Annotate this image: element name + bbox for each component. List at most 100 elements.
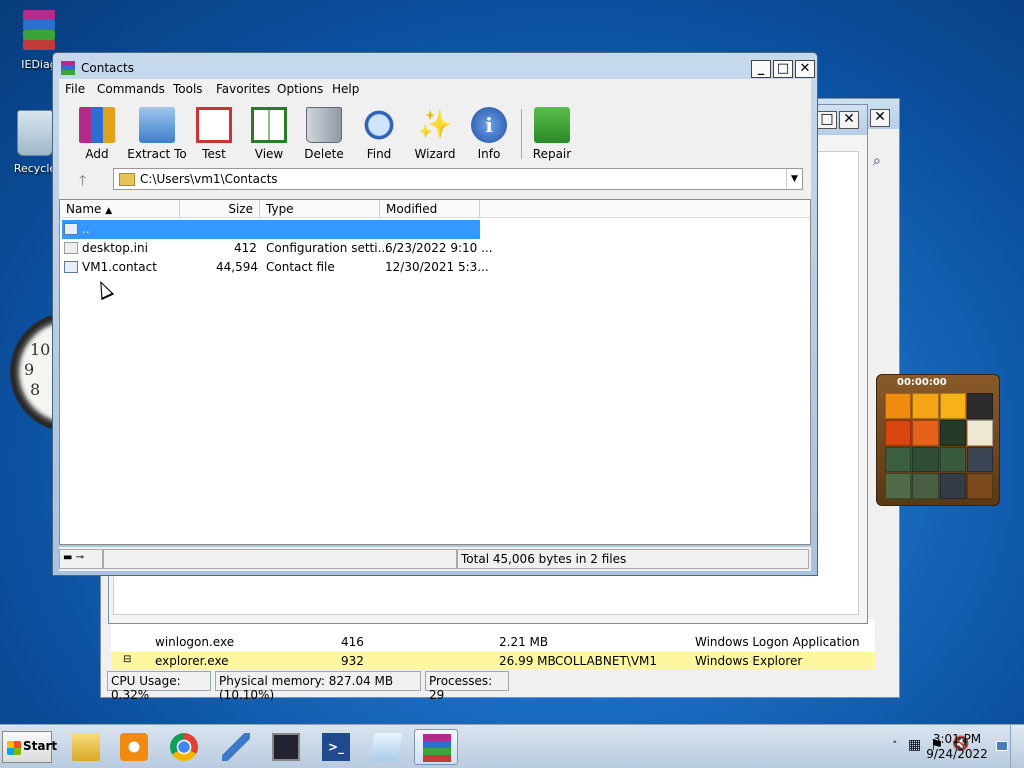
taskbar-media-player[interactable] [112, 729, 156, 765]
up-one-level-icon[interactable]: 🡑 [79, 170, 86, 194]
taskbar-chrome[interactable] [162, 729, 206, 765]
magnifier-icon [361, 107, 397, 143]
paper-plane-icon [222, 733, 250, 761]
maximize-icon[interactable]: □ [773, 60, 793, 78]
book-icon [251, 107, 287, 143]
menu-favorites[interactable]: Favorites [216, 82, 270, 96]
medkit-icon [534, 107, 570, 143]
close-icon[interactable]: ✕ [795, 60, 815, 78]
folder-icon [139, 107, 175, 143]
process-count: Processes: 29 [425, 671, 509, 702]
drive-key-icon[interactable]: ▬ ⊸ [59, 549, 103, 569]
menu-commands[interactable]: Commands [97, 82, 165, 96]
file-size: 412 [234, 241, 257, 255]
table-row[interactable]: ⊟ explorer.exe 932 26.99 MB COLLABNET\VM… [111, 652, 875, 670]
maximize-icon[interactable]: □ [817, 111, 837, 129]
window-title: Contacts [81, 61, 134, 75]
clock-number: 10 [30, 340, 51, 359]
file-name: desktop.ini [82, 241, 148, 255]
process-memory: 26.99 MB [499, 654, 556, 668]
column-header-name[interactable]: Name ▲ [60, 200, 180, 218]
taskbar-task-manager[interactable] [264, 729, 308, 765]
taskbar-notepad[interactable] [364, 729, 408, 765]
close-icon[interactable]: ✕ [870, 109, 890, 127]
trash-icon [306, 107, 342, 143]
network-icon[interactable]: ▦ [908, 737, 921, 753]
repair-label: Repair [532, 147, 572, 161]
table-row[interactable]: winlogon.exe 416 2.21 MB Windows Logon A… [111, 633, 875, 651]
info-label: Info [477, 147, 501, 161]
status-selection [103, 549, 457, 569]
clock-date: 9/24/2022 [926, 747, 988, 761]
sort-ascending-icon: ▲ [105, 206, 113, 216]
expand-icon[interactable]: ⊟ [123, 654, 131, 665]
physical-memory: Physical memory: 827.04 MB (10.10%) [215, 671, 421, 702]
process-description: Windows Explorer [695, 654, 803, 668]
process-name: explorer.exe [155, 654, 229, 668]
menu-file[interactable]: File [65, 82, 85, 96]
contact-file-icon [64, 261, 78, 273]
picture-puzzle-gadget[interactable]: 00:00:00 [876, 374, 1000, 506]
taskbar-winrar[interactable] [414, 729, 458, 765]
puzzle-grid[interactable] [885, 393, 993, 499]
show-desktop-button[interactable] [1010, 725, 1024, 768]
menu-options[interactable]: Options [277, 82, 323, 96]
media-player-icon [120, 733, 148, 761]
taskbar-explorer[interactable] [64, 729, 108, 765]
folder-up-icon [64, 223, 78, 235]
taskbar-paper-plane-app[interactable] [214, 729, 258, 765]
process-user: COLLABNET\VM1 [555, 654, 658, 668]
process-memory: 2.21 MB [499, 635, 549, 649]
column-header-type[interactable]: Type [260, 200, 380, 218]
file-name: .. [82, 222, 90, 236]
process-name: winlogon.exe [155, 635, 235, 649]
menu-tools[interactable]: Tools [173, 82, 203, 96]
process-pid: 932 [341, 654, 364, 668]
winrar-window[interactable]: Contacts _ □ ✕ File Commands Tools Favor… [52, 52, 818, 576]
column-header-modified[interactable]: Modified [380, 200, 480, 218]
file-type: Configuration setti... [266, 241, 390, 255]
show-hidden-icons[interactable]: ˄ [892, 739, 898, 752]
repair-button[interactable]: Repair [517, 107, 587, 161]
list-item[interactable]: .. [62, 220, 480, 239]
clock-number: 9 [24, 360, 35, 379]
file-size: 44,594 [216, 260, 258, 274]
file-modified: 6/23/2022 9:10 ... [385, 241, 493, 255]
info-icon: i [471, 107, 507, 143]
clock-number: 8 [30, 380, 41, 399]
winrar-app-icon [61, 61, 75, 75]
monitor-icon [272, 733, 300, 761]
folder-icon [72, 733, 100, 761]
list-item[interactable]: desktop.ini 412 Configuration setti... 6… [62, 239, 493, 258]
status-bar: ▬ ⊸ Total 45,006 bytes in 2 files [59, 547, 811, 571]
menu-help[interactable]: Help [332, 82, 359, 96]
chrome-icon [170, 733, 198, 761]
list-item[interactable]: VM1.contact 44,594 Contact file 12/30/20… [62, 258, 489, 277]
cpu-usage: CPU Usage: 0.32% [107, 671, 211, 702]
notification-icon[interactable] [996, 741, 1008, 751]
search-icon[interactable]: ⌕ [873, 153, 881, 169]
process-pid: 416 [341, 635, 364, 649]
column-header-size[interactable]: Size [180, 200, 260, 218]
file-modified: 12/30/2021 5:3... [385, 260, 489, 274]
powershell-icon: >_ [322, 733, 350, 761]
folder-icon [119, 173, 135, 186]
info-button[interactable]: i Info [454, 107, 524, 161]
minimize-icon[interactable]: _ [751, 60, 771, 78]
books-icon [79, 107, 115, 143]
settings-file-icon [64, 242, 78, 254]
file-type: Contact file [266, 260, 335, 274]
address-path: C:\Users\vm1\Contacts [140, 172, 278, 186]
address-bar[interactable]: C:\Users\vm1\Contacts ▼ [113, 168, 803, 190]
recycle-bin-icon [17, 110, 53, 156]
puzzle-timer: 00:00:00 [897, 377, 947, 388]
chevron-down-icon[interactable]: ▼ [786, 169, 802, 189]
file-list[interactable]: Name ▲ Size Type Modified .. desktop.ini… [59, 199, 811, 545]
taskbar-powershell[interactable]: >_ [314, 729, 358, 765]
close-icon[interactable]: ✕ [839, 111, 859, 129]
task-manager-status-bar: CPU Usage: 0.32% Physical memory: 827.04… [107, 671, 893, 702]
clock-time: 3:01 PM [932, 732, 982, 746]
start-button[interactable]: Start [2, 731, 57, 763]
taskbar-clock[interactable]: 3:01 PM 9/24/2022 [922, 732, 992, 762]
status-total: Total 45,006 bytes in 2 files [457, 549, 809, 569]
